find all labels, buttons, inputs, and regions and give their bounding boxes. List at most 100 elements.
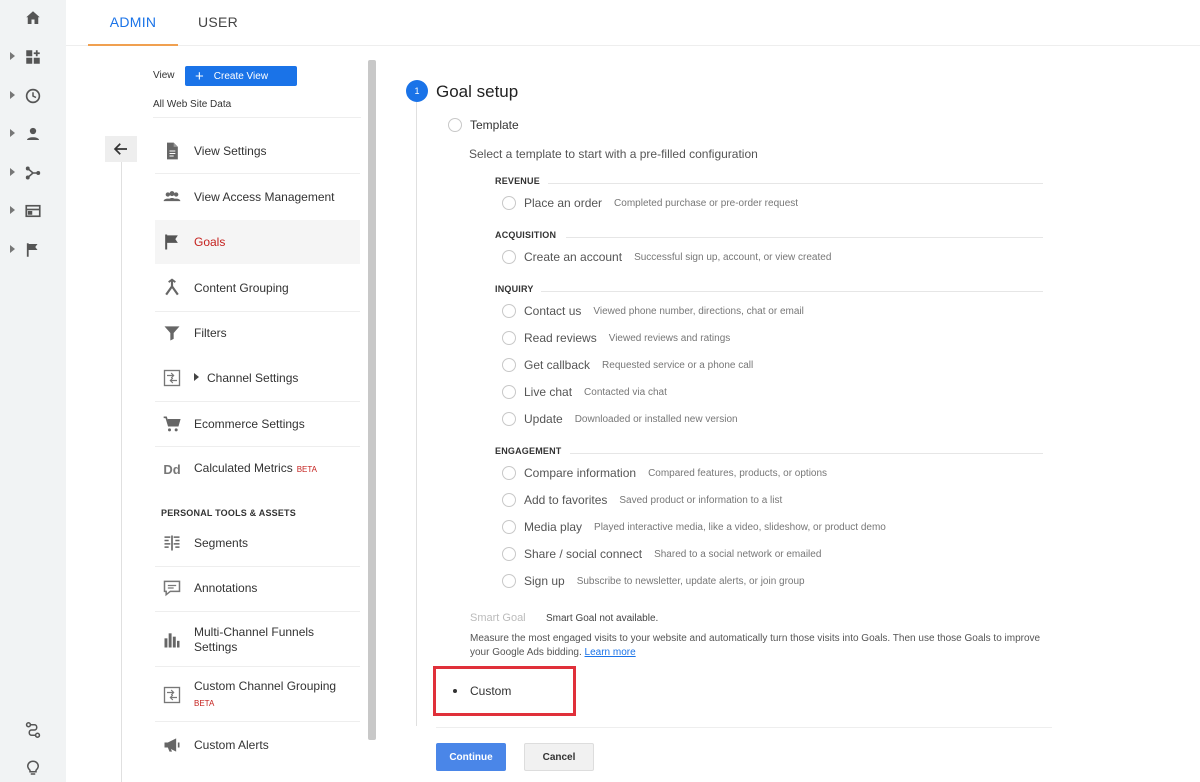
option-description: Viewed reviews and ratings xyxy=(608,332,731,344)
group-heading-revenue: REVENUE xyxy=(495,176,540,186)
panel-scrollbar[interactable] xyxy=(368,60,376,740)
filter-icon xyxy=(162,323,182,343)
divider xyxy=(541,291,1043,292)
menu-content-grouping[interactable]: Content Grouping xyxy=(155,266,360,310)
menu-annotations[interactable]: Annotations xyxy=(155,566,360,610)
option-description: Completed purchase or pre-order request xyxy=(614,197,799,209)
template-option[interactable]: Get callback Requested service or a phon… xyxy=(502,357,753,373)
channel-icon xyxy=(162,368,182,388)
option-radio[interactable] xyxy=(502,358,516,372)
template-option[interactable]: Share / social connect Shared to a socia… xyxy=(502,546,821,562)
page-title: Goal setup xyxy=(436,82,519,101)
template-option[interactable]: Live chat Contacted via chat xyxy=(502,384,667,400)
template-option[interactable]: Compare information Compared features, p… xyxy=(502,465,827,481)
back-button[interactable] xyxy=(105,136,137,162)
continue-button[interactable]: Continue xyxy=(436,743,506,771)
menu-multi-channel-funnels-settings[interactable]: Multi-Channel Funnels Settings xyxy=(155,618,360,662)
option-radio[interactable] xyxy=(502,520,516,534)
template-option[interactable]: Contact us Viewed phone number, directio… xyxy=(502,303,804,319)
left-rail xyxy=(0,0,66,782)
rail-conversions[interactable] xyxy=(0,237,66,263)
group-heading-inquiry: INQUIRY xyxy=(495,284,534,294)
custom-radio[interactable] xyxy=(448,684,462,698)
rail-attribution[interactable] xyxy=(0,717,66,743)
menu-custom-alerts[interactable]: Custom Alerts xyxy=(155,723,360,767)
rail-home[interactable] xyxy=(0,5,66,31)
plus-icon: + xyxy=(195,67,204,85)
option-radio[interactable] xyxy=(502,250,516,264)
rail-behavior[interactable] xyxy=(0,198,66,224)
menu-label: Custom Alerts xyxy=(194,737,269,752)
option-label: Compare information xyxy=(524,466,637,480)
rail-customization[interactable] xyxy=(0,44,66,70)
template-option[interactable]: Sign up Subscribe to newsletter, update … xyxy=(502,573,805,589)
menu-filters[interactable]: Filters xyxy=(155,311,360,355)
option-radio[interactable] xyxy=(502,331,516,345)
template-option[interactable]: Media play Played interactive media, lik… xyxy=(502,519,886,535)
option-radio[interactable] xyxy=(502,196,516,210)
option-radio[interactable] xyxy=(502,304,516,318)
learn-more-link[interactable]: Learn more xyxy=(585,647,636,658)
menu-label-line2: Settings xyxy=(194,640,238,654)
option-label: Add to favorites xyxy=(524,493,608,507)
option-label: Share / social connect xyxy=(524,547,643,561)
option-label: Update xyxy=(524,412,563,426)
option-radio[interactable] xyxy=(502,493,516,507)
rail-acquisition[interactable] xyxy=(0,160,66,186)
menu-label: Ecommerce Settings xyxy=(194,416,305,431)
annotation-icon xyxy=(162,578,182,598)
divider xyxy=(155,611,360,612)
tab-user[interactable]: USER xyxy=(178,0,258,46)
option-label: Live chat xyxy=(524,385,573,399)
tab-admin[interactable]: ADMIN xyxy=(88,0,178,46)
group-heading-acquisition: ACQUISITION xyxy=(495,230,557,240)
attribution-icon xyxy=(24,721,42,739)
option-radio[interactable] xyxy=(502,547,516,561)
rail-realtime[interactable] xyxy=(0,83,66,109)
option-description: Successful sign up, account, or view cre… xyxy=(634,251,832,263)
template-option[interactable]: Update Downloaded or installed new versi… xyxy=(502,411,738,427)
arrow-left-icon xyxy=(113,143,127,155)
create-view-button[interactable]: + Create View xyxy=(185,66,297,86)
caret-right-icon xyxy=(10,168,15,176)
menu-label: Channel Settings xyxy=(207,370,299,385)
menu-channel-settings[interactable]: Channel Settings xyxy=(155,356,360,400)
cancel-button[interactable]: Cancel xyxy=(524,743,594,771)
beta-badge: BETA xyxy=(296,465,318,474)
caret-right-icon xyxy=(10,206,15,214)
divider xyxy=(155,173,360,174)
menu-custom-channel-grouping[interactable]: Custom Channel Grouping BETA xyxy=(155,673,360,717)
menu-ecommerce-settings[interactable]: Ecommerce Settings xyxy=(155,402,360,446)
menu-calculated-metrics[interactable]: Dd Calculated Metrics BETA xyxy=(155,447,360,491)
menu-view-settings[interactable]: View Settings xyxy=(155,129,360,173)
view-selector[interactable]: All Web Site Data xyxy=(153,99,231,110)
menu-segments[interactable]: Segments xyxy=(155,521,360,565)
menu-goals[interactable]: Goals xyxy=(155,220,360,264)
option-radio[interactable] xyxy=(502,385,516,399)
rail-discover[interactable] xyxy=(0,755,66,781)
dashboard-icon xyxy=(24,48,42,66)
template-radio[interactable] xyxy=(448,118,462,132)
option-label: Media play xyxy=(524,520,583,534)
bar-chart-icon xyxy=(162,630,182,650)
template-description: Select a template to start with a pre-fi… xyxy=(469,147,758,161)
option-radio[interactable] xyxy=(502,574,516,588)
template-option[interactable]: Add to favorites Saved product or inform… xyxy=(502,492,782,508)
option-description: Contacted via chat xyxy=(584,386,667,398)
menu-label: Segments xyxy=(194,535,249,550)
menu-label: Multi-Channel Funnels xyxy=(194,625,315,639)
person-icon xyxy=(24,125,42,143)
menu-view-access-management[interactable]: View Access Management xyxy=(155,175,360,219)
panel-divider xyxy=(121,162,122,782)
option-radio[interactable] xyxy=(502,412,516,426)
template-option[interactable]: Read reviews Viewed reviews and ratings xyxy=(502,330,730,346)
smart-goal-description-text: Measure the most engaged visits to your … xyxy=(470,633,1041,658)
divider xyxy=(153,117,361,118)
template-option[interactable]: Create an account Successful sign up, ac… xyxy=(502,249,831,265)
menu-label: Goals xyxy=(194,234,226,249)
rail-audience[interactable] xyxy=(0,121,66,147)
template-option[interactable]: Place an order Completed purchase or pre… xyxy=(502,195,798,211)
option-description: Saved product or information to a list xyxy=(619,494,783,506)
people-icon xyxy=(162,187,182,207)
option-radio[interactable] xyxy=(502,466,516,480)
